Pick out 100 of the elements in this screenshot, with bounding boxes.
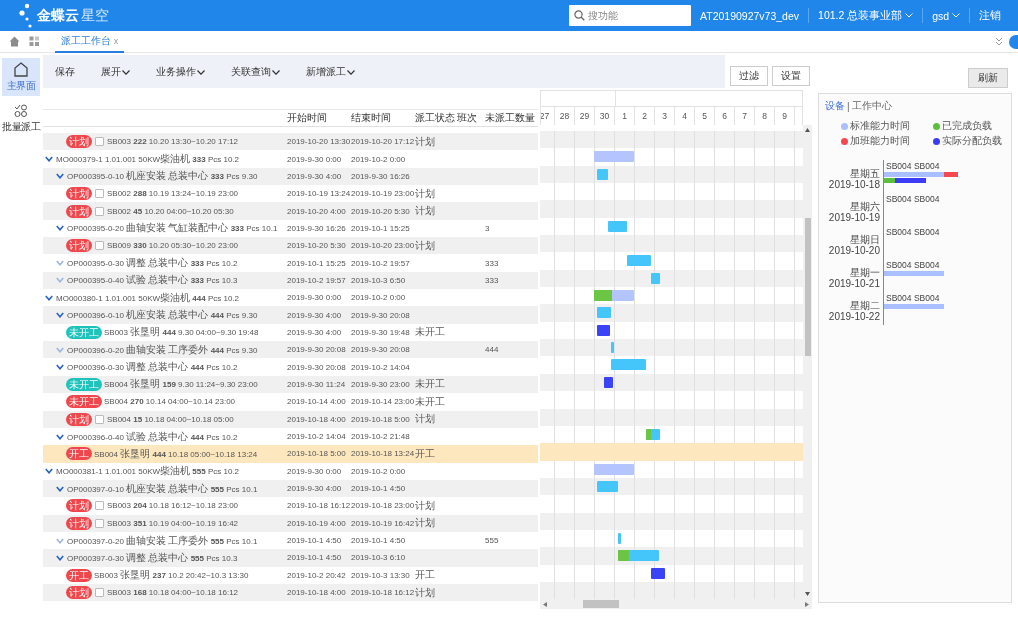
table-row[interactable]: OP000396-0-20 曲轴安装 工序委外 444 Pcs 9.30 2019-9-30 20:08 2019-9-30 20:08 444 [43,341,538,359]
table-cell-text: 2019-10-1 4:50 [351,484,407,494]
checkbox[interactable] [95,189,104,199]
table-row[interactable]: OP000397-0-30 调整 总装中心 555 Pcs 10.3 2019-10-1 4:50 2019-10-3 6:10 [43,549,538,567]
day-label: 30 [595,107,615,125]
logout-link[interactable]: 注销 [970,8,1011,23]
tree-label: MO000381-1 1.01.001 50KW柴油机 555 Pcs 10.2 [56,464,240,479]
tab[interactable]: 派工工作台 x [55,30,125,53]
table-cell: 2019-10-18 13:24 [351,449,415,459]
chevron-icon[interactable] [56,225,64,232]
table-cell-text: 2019-10-3 13:30 [351,570,411,580]
checkbox[interactable] [95,241,104,251]
chevron-icon[interactable] [56,554,64,561]
table-cell-text: 2019-10-18 5:00 [351,414,411,424]
checkbox[interactable] [95,414,104,424]
column-header: 班次 [457,111,478,125]
user-dropdown[interactable]: gsd [923,9,970,22]
vertical-scrollbar[interactable] [803,125,812,600]
tree-label: OP000397-0-30 调整 总装中心 555 Pcs 10.3 [67,550,238,565]
table-row[interactable]: 计划 SB002 45 10.20 04:00~10.20 05:30 2019-10-20 4:00 2019-10-20 5:30 计划 [43,202,538,220]
gantt-button[interactable]: 设置 [772,66,810,86]
checkbox[interactable] [95,206,104,216]
checkbox[interactable] [95,137,104,147]
tree-label: OP000396-0-30 调整 总装中心 444 Pcs 10.2 [67,360,238,375]
scroll-right-icon[interactable] [805,601,809,607]
status-tag: 开工 [66,447,92,461]
table-cell-text: 开工 [415,568,436,583]
tree-label: OP000396-0-10 机座安装 总装中心 444 Pcs 9.30 [67,308,258,323]
scroll-down-icon[interactable] [805,592,810,597]
tree-label: OP000395-0-10 机座安装 总装中心 333 Pcs 9.30 [67,169,258,184]
checkbox[interactable] [95,501,104,511]
chevron-icon[interactable] [45,468,53,475]
chevron-icon[interactable] [45,294,53,301]
apps-icon[interactable] [29,36,40,47]
status-tag: 计划 [66,412,92,426]
scrollbar-thumb[interactable] [583,600,619,609]
tree-label: SB004 张垦明 159 9.30 11:24~9.30 23:00 [104,377,258,392]
table-cell-text: 2019-9-30 4:00 [287,484,343,494]
column-header: 派工状态 [415,111,456,125]
toolbar-button[interactable]: 保存 [55,64,75,79]
weekday-label: 星期五 [850,168,880,179]
chevron-icon[interactable] [56,433,64,440]
scroll-up-icon[interactable] [805,128,810,132]
gantt-button[interactable]: 过滤 [730,66,768,86]
status-tag: 未开工 [66,325,102,339]
table-row[interactable]: OP000396-0-10 机座安装 总装中心 444 Pcs 9.30 2019-9-30 4:00 2019-9-30 20:08 [43,306,538,324]
status-tag: 未开工 [66,395,102,409]
checkbox[interactable] [95,518,104,528]
home-icon[interactable] [9,36,20,47]
sidebar-item[interactable]: 主界面 [2,58,40,96]
table-row[interactable]: 计划 SB003 222 10.20 13:30~10.20 17:12 2019-10-20 13:302019-10-20 17:12计划 [43,133,538,151]
gantt-bar[interactable] [603,376,614,388]
table-cell-text: 2019-10-2 21:48 [351,432,411,441]
table-cell-text: 2019-10-14 4:00 [287,397,347,407]
sidebar-item[interactable]: 批量派工 [2,100,40,137]
checkbox[interactable] [95,588,104,598]
table-cell-text: 555 [485,536,500,546]
table-cell-text: 2019-9-30 4:00 [287,171,343,181]
table-cell-text: 开工 [415,446,436,461]
horizontal-scrollbar[interactable] [540,599,812,610]
toolbar-button[interactable]: 新增派工 [306,64,355,79]
legend-label: 加班能力时间 [850,134,910,148]
panel-tab[interactable]: 设备 [825,99,845,113]
scroll-left-icon[interactable] [543,601,547,607]
toolbar-button[interactable]: 业务操作 [156,64,205,79]
table-row[interactable]: 开工 SB004 张垦明 444 10.18 05:00~10.18 13:24 2019-10-18 5:00 2019-10-18 13:24开工 [43,445,538,463]
double-chevron-icon[interactable] [995,37,1003,46]
table-cell-text: 计划 [415,238,436,253]
chevron-icon[interactable] [56,364,64,371]
day-label: 7 [735,107,755,125]
capacity-bar [884,304,944,309]
table-cell-text: 2019-10-1 4:50 [287,553,343,563]
table-cell-text: 2019-9-30 19:48 [351,327,411,337]
gantt-bar[interactable] [597,324,611,336]
toolbar-button[interactable]: 关联查询 [231,64,280,79]
gantt-bar[interactable] [651,567,666,579]
device-label: SB004 SB004 [885,161,941,171]
search-field[interactable]: 搜功能 [569,5,691,26]
chevron-icon[interactable] [56,173,64,180]
separator-text: | [847,100,850,112]
home-icon [14,62,28,77]
toolbar-button[interactable]: 展开 [101,64,130,79]
table-cell-text: 2019-10-2 0:00 [351,154,407,164]
tree-label: OP000396-0-40 试验 总装中心 444 Pcs 10.2 [67,429,238,444]
product-name: 星空 [81,6,109,25]
chevron-icon[interactable] [45,156,53,162]
org-dropdown[interactable]: 101.2 总装事业部 [809,8,923,23]
table-cell-text: 2019-9-30 20:08 [351,310,411,320]
legend-label: 标准能力时间 [850,119,910,133]
table-cell-text: 2019-9-30 0:00 [287,293,343,303]
table-row[interactable]: 计划 SB009 330 10.20 05:30~10.20 23:00 2019-10-20 5:30 2019-10-20 23:00计划 [43,237,538,255]
device-label: SB004 SB004 [885,227,941,237]
chevron-icon[interactable] [56,312,64,319]
table-cell: 2019-10-19 23:00 [351,189,415,199]
table-cell-text: 未开工 [415,394,446,409]
refresh-button[interactable]: 刷新 [968,68,1008,88]
scrollbar-thumb[interactable] [804,218,811,356]
table-cell-text: 计划 [415,498,436,513]
chevron-icon[interactable] [56,485,64,492]
panel-tab[interactable]: 工作中心 [851,99,892,113]
